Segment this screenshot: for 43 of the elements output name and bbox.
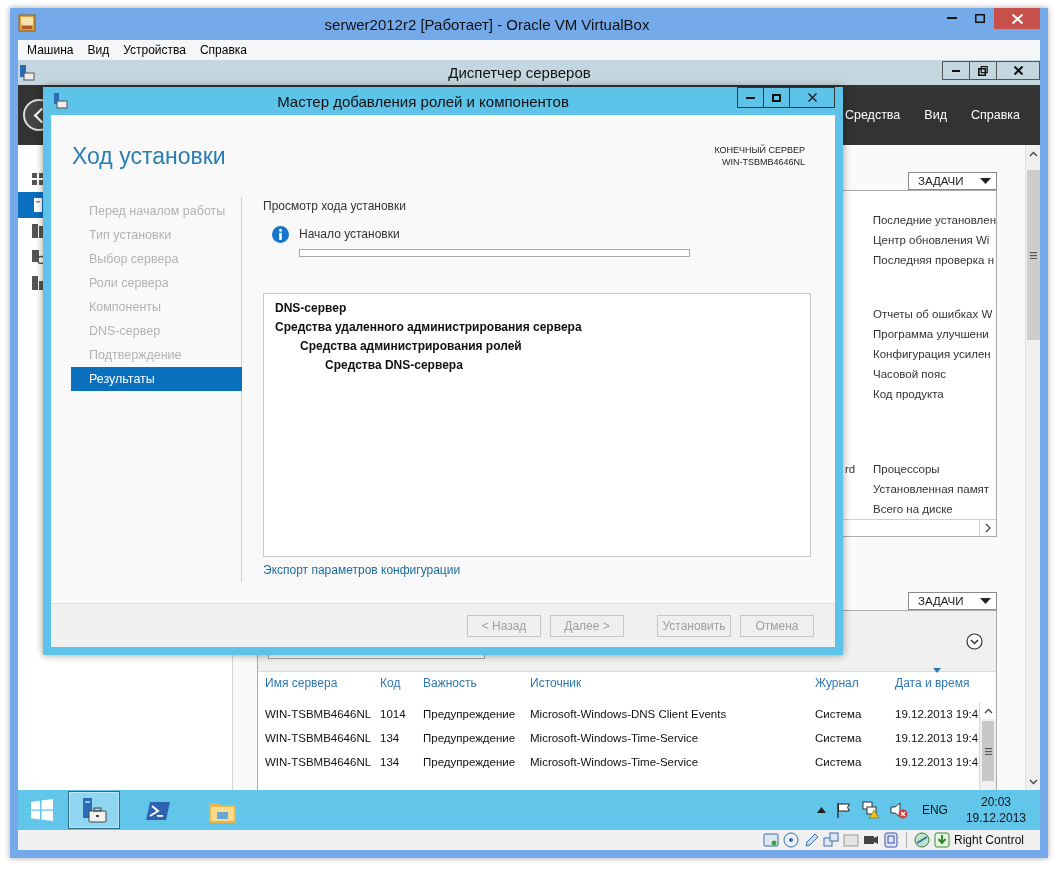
- status-text: Начало установки: [299, 227, 400, 241]
- feature-item: DNS-сервер: [275, 300, 348, 317]
- table-cell-text: Предупреждение: [423, 708, 517, 720]
- feature-item: Средства администрирования ролей: [300, 338, 523, 355]
- target-label: КОНЕЧНЫЙ СЕРВЕР: [714, 144, 805, 156]
- table-cell-text: 134: [380, 732, 401, 744]
- table-cell-text: WIN-TSBMB4646NL: [265, 732, 373, 744]
- property-value: rd: [845, 463, 857, 475]
- section-title: Просмотр хода установки: [263, 198, 407, 215]
- property-label: Последняя проверка н: [873, 254, 994, 266]
- table-cell-text: 1014: [380, 708, 407, 720]
- property-label: Конфигурация усилен: [873, 348, 991, 360]
- window-title: serwer2012r2 [Работает] - Oracle VM VirtualBox: [323, 15, 651, 33]
- property-label: Часовой пояс: [873, 368, 946, 380]
- property-label: Всего на диске: [873, 503, 953, 515]
- property-label: Код продукта: [873, 388, 944, 400]
- table-cell: 19.12.2013 19:4: [895, 708, 979, 720]
- table-cell-text: WIN-TSBMB4646NL: [265, 756, 373, 768]
- host-key-label: Right Control: [953, 833, 1024, 847]
- property-label: Установленная памят: [873, 483, 990, 495]
- table-cell-text: Система: [815, 732, 863, 744]
- table-cell-text: Предупреждение: [423, 732, 517, 744]
- window-title: Диспетчер серверов: [447, 64, 592, 81]
- property-label: Отчеты об ошибках W: [873, 308, 993, 320]
- table-cell-text: Microsoft-Windows-Time-Service: [530, 756, 700, 768]
- target-server: WIN-TSBMB4646NL: [721, 156, 805, 168]
- table-cell: 19.12.2013 19:4: [895, 756, 979, 768]
- property-label: Центр обновления Wi: [873, 234, 990, 246]
- table-cell-text: WIN-TSBMB4646NL: [265, 708, 373, 720]
- table-cell-text: Microsoft-Windows-DNS Client Events: [530, 708, 728, 720]
- property-label: Программа улучшени: [873, 328, 989, 340]
- page-heading: Ход установки: [72, 143, 226, 171]
- feature-item: Средства удаленного администрирования сервера: [275, 319, 583, 336]
- table-cell-text: Предупреждение: [423, 756, 517, 768]
- feature-item: Средства DNS-сервера: [325, 357, 464, 374]
- table-cell-text: Система: [815, 756, 863, 768]
- table-cell-text: 134: [380, 756, 401, 768]
- table-cell-text: Microsoft-Windows-Time-Service: [530, 732, 700, 744]
- dialog-title: Мастер добавления ролей и компонентов: [276, 92, 570, 110]
- table-cell: 19.12.2013 19:4: [895, 732, 979, 744]
- property-label: Последние установлен: [872, 214, 996, 226]
- property-label: Процессоры: [873, 463, 940, 475]
- table-cell-text: Система: [815, 708, 863, 720]
